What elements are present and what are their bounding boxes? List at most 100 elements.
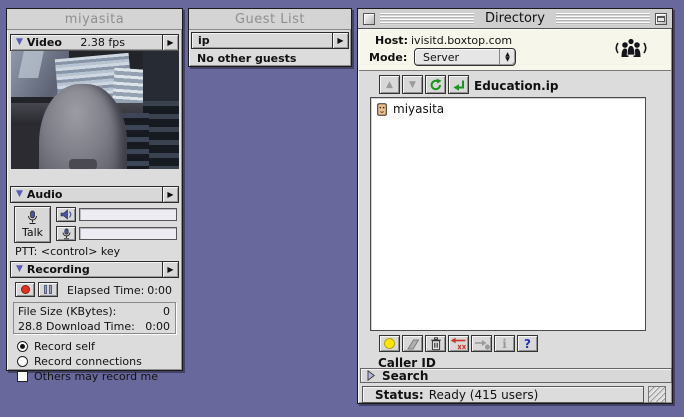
help-button[interactable]: ?: [517, 335, 538, 352]
user-name: miyasita: [393, 102, 444, 116]
recording-section-header[interactable]: ▼ Recording ▶: [10, 261, 179, 278]
directory-user-list[interactable]: miyasita: [370, 97, 646, 331]
directory-window: Directory Host: ivisitd.boxtop.com Mode:…: [357, 8, 673, 404]
popup-arrows-icon: ▲ ▼: [499, 49, 515, 65]
host-value: ivisitd.boxtop.com: [411, 34, 512, 47]
record-connections-radio[interactable]: [17, 356, 28, 367]
people-icon: [613, 36, 649, 60]
help-icon: ?: [524, 337, 531, 351]
video-feed: [11, 50, 179, 169]
directory-title: Directory: [479, 11, 551, 26]
others-record-label: Others may record me: [34, 370, 158, 383]
video-window: miyasita ▼ Video 2.38 fps ▶ ▼: [6, 8, 183, 371]
leave-conference-button[interactable]: [448, 335, 469, 352]
refresh-button[interactable]: [425, 75, 446, 94]
trash-icon: [430, 337, 442, 351]
delete-button[interactable]: [425, 335, 446, 352]
disclosure-open-icon[interactable]: ▼: [16, 38, 23, 47]
nav-up-button[interactable]: ▲: [379, 75, 400, 94]
recording-stats-box: File Size (KBytes): 0 28.8 Download Time…: [13, 302, 176, 334]
join-conference-button[interactable]: [471, 335, 492, 352]
status-label: Status:: [375, 388, 424, 402]
speaker-icon: [60, 209, 73, 220]
mic-level-slider[interactable]: [79, 227, 177, 240]
audio-section-header[interactable]: ▼ Audio ▶: [10, 186, 179, 203]
guest-list-menu-button[interactable]: ▶: [332, 33, 348, 48]
ptt-hint: PTT: <control> key: [15, 245, 120, 258]
collapse-box[interactable]: [655, 13, 667, 25]
radio-selected-dot: [20, 344, 25, 349]
guest-list-titlebar[interactable]: Guest List: [189, 9, 351, 30]
pause-button[interactable]: [38, 282, 58, 297]
directory-titlebar[interactable]: Directory: [358, 9, 672, 29]
video-chair-stem: [69, 159, 97, 169]
video-fps: 2.38 fps: [80, 36, 125, 49]
talk-button-label: Talk: [22, 226, 43, 239]
available-status-icon: [384, 338, 395, 349]
others-record-checkbox[interactable]: [17, 371, 28, 382]
mode-popup[interactable]: Server ▲ ▼: [414, 48, 516, 66]
up-level-button[interactable]: [448, 75, 469, 94]
elapsed-time-value: 0:00: [147, 284, 172, 297]
recording-section-label: Recording: [27, 263, 90, 276]
search-section-header[interactable]: Search: [360, 368, 672, 383]
guest-list-title: Guest List: [235, 12, 305, 27]
audio-section-label: Audio: [27, 188, 63, 201]
microphone-icon: [26, 210, 39, 225]
disclosure-closed-icon[interactable]: [367, 370, 375, 381]
user-face-icon: [377, 103, 387, 116]
leave-conference-icon: [450, 337, 467, 350]
video-window-title: miyasita: [65, 12, 124, 27]
record-icon: [21, 285, 30, 294]
download-time-label: 28.8 Download Time:: [18, 320, 135, 333]
pause-icon: [44, 285, 47, 294]
status-dot-button[interactable]: [379, 335, 400, 352]
disclosure-open-icon[interactable]: ▼: [16, 190, 23, 199]
speaker-volume-slider[interactable]: [79, 208, 177, 221]
video-section-label: Video: [27, 36, 62, 49]
windowshade-icon: [657, 16, 665, 22]
popup-down-arrow: ▼: [505, 57, 510, 62]
mode-label: Mode:: [369, 51, 407, 64]
record-self-radio[interactable]: [17, 341, 28, 352]
mic-mute-button[interactable]: [56, 226, 76, 241]
info-icon: i: [502, 337, 507, 351]
record-button[interactable]: [15, 282, 35, 297]
video-section-menu-button[interactable]: ▶: [162, 35, 178, 50]
info-button[interactable]: i: [494, 335, 515, 352]
disclosure-open-icon[interactable]: ▼: [16, 265, 23, 274]
talk-button[interactable]: Talk: [14, 206, 51, 243]
titlebar-stripes: [380, 13, 474, 25]
host-panel: Host: ivisitd.boxtop.com Mode: Server ▲ …: [359, 29, 671, 71]
status-value: Ready (415 users): [429, 388, 539, 402]
video-window-titlebar[interactable]: miyasita: [7, 9, 182, 30]
resize-grip[interactable]: [648, 386, 666, 403]
record-self-option[interactable]: Record self: [17, 340, 95, 353]
others-record-option[interactable]: Others may record me: [17, 370, 158, 383]
record-connections-option[interactable]: Record connections: [17, 355, 142, 368]
return-up-icon: [452, 78, 466, 92]
down-arrow-icon: ▼: [409, 80, 416, 90]
record-connections-label: Record connections: [34, 355, 142, 368]
speaker-mute-button[interactable]: [56, 207, 76, 222]
nav-down-button[interactable]: ▼: [402, 75, 423, 94]
eraser-icon: [405, 338, 420, 350]
edit-button[interactable]: [402, 335, 423, 352]
video-section-header[interactable]: ▼ Video 2.38 fps ▶: [10, 34, 179, 51]
list-item[interactable]: miyasita: [371, 98, 645, 116]
host-label: Host:: [375, 34, 408, 47]
elapsed-time-label: Elapsed Time:: [67, 284, 144, 297]
close-box[interactable]: [363, 13, 375, 25]
audio-section-menu-button[interactable]: ▶: [162, 187, 178, 202]
right-arrow-icon: ▶: [167, 38, 173, 47]
download-time-value: 0:00: [145, 320, 170, 333]
file-size-label: File Size (KBytes):: [18, 305, 116, 318]
guest-list-window: Guest List ip ▶ No other guests: [188, 8, 352, 67]
guest-list-column-header[interactable]: ip ▶: [191, 32, 349, 49]
status-bar: Status: Ready (415 users): [362, 386, 644, 403]
recording-section-menu-button[interactable]: ▶: [162, 262, 178, 277]
file-size-value: 0: [163, 305, 170, 318]
microphone-icon: [61, 228, 72, 240]
titlebar-stripes: [556, 13, 650, 25]
up-arrow-icon: ▲: [386, 80, 393, 90]
